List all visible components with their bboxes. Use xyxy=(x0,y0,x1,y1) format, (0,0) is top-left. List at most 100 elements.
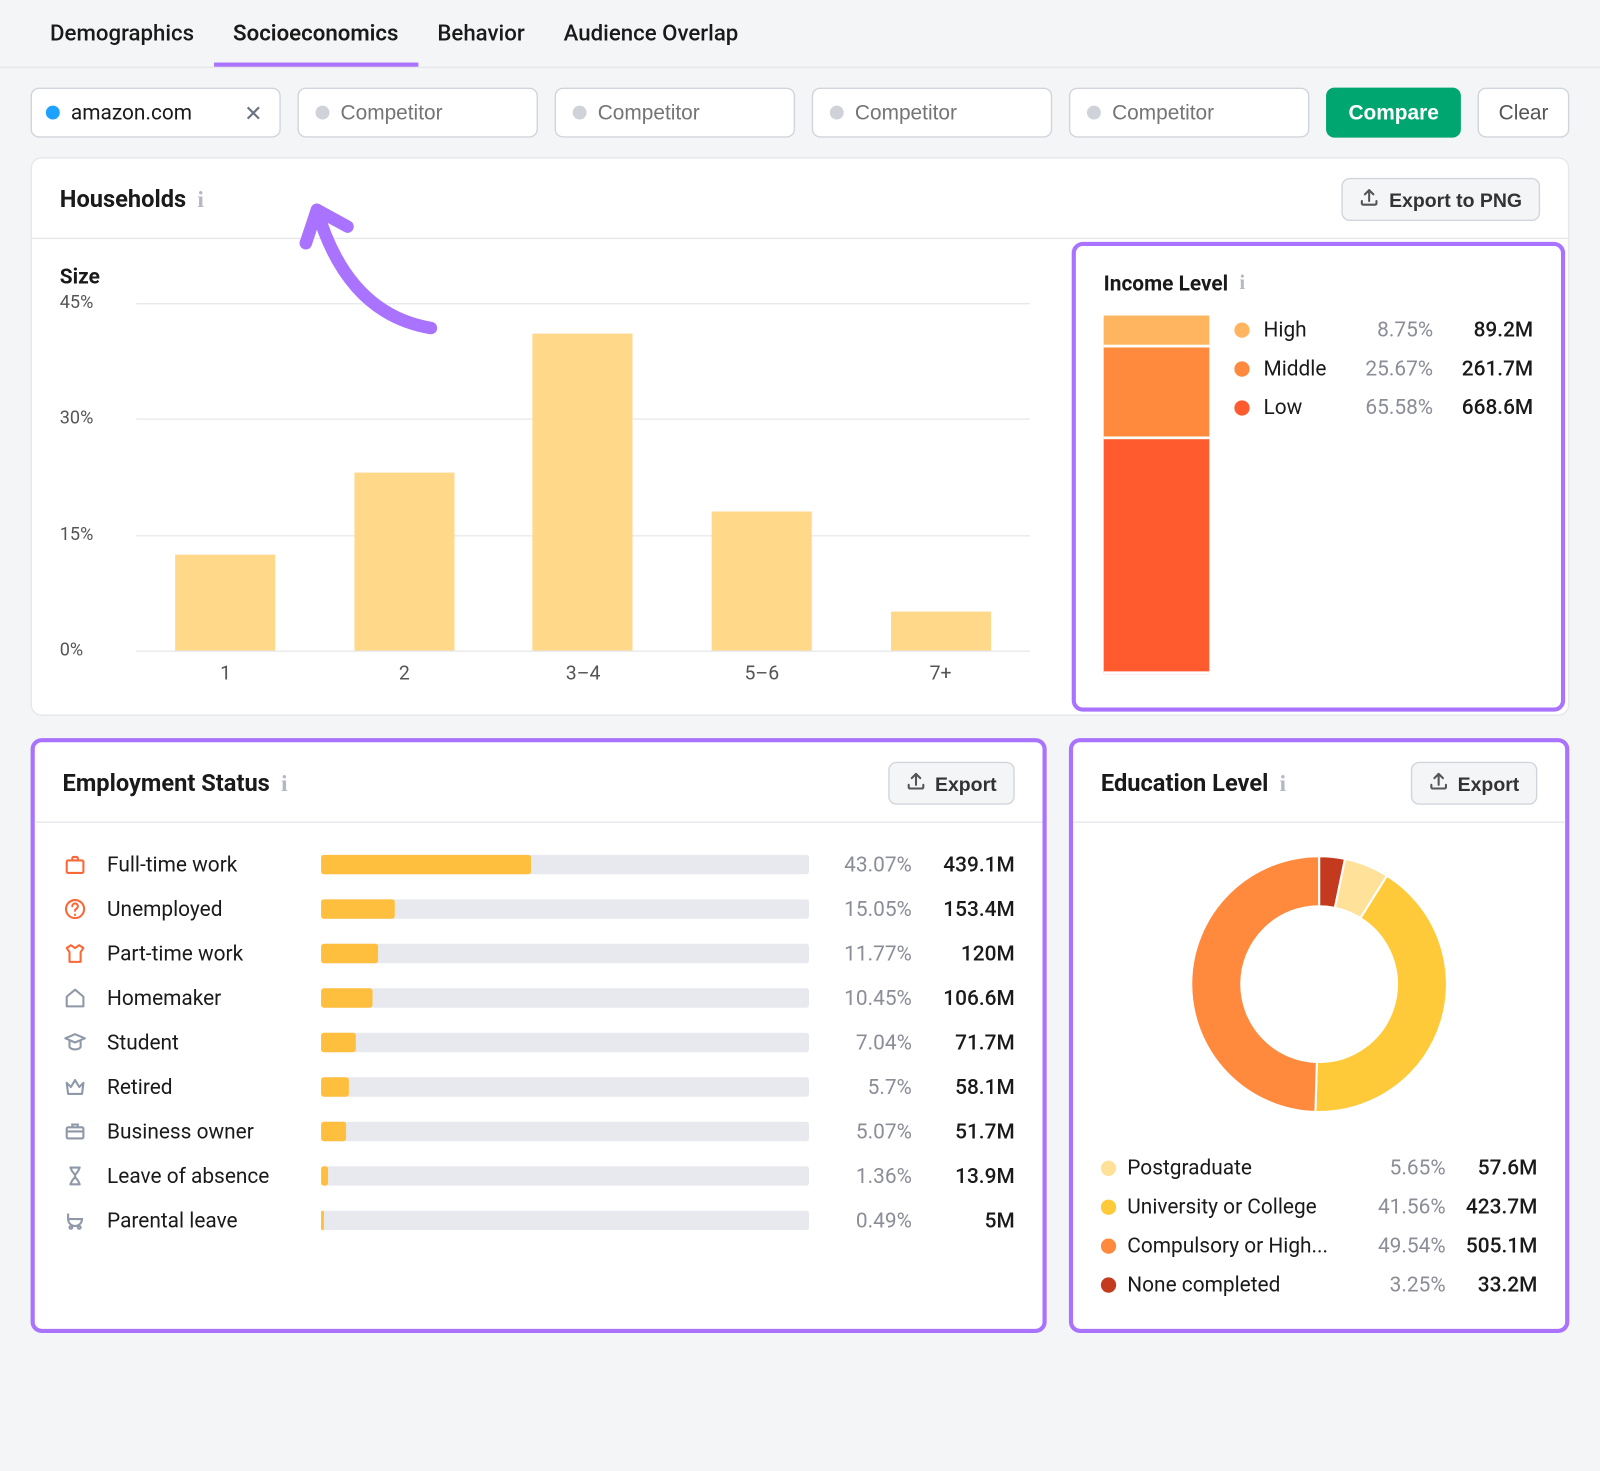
education-legend-row: University or College41.56%423.7M xyxy=(1101,1187,1537,1226)
employment-label: Business owner xyxy=(107,1119,302,1144)
employment-pct: 43.07% xyxy=(828,852,911,877)
x-tick-label: 7+ xyxy=(930,663,952,685)
tab-behavior[interactable]: Behavior xyxy=(418,0,544,67)
employment-bar xyxy=(321,1077,809,1096)
crown-icon xyxy=(63,1074,88,1099)
education-label: University or College xyxy=(1127,1194,1354,1219)
employment-abs: 120M xyxy=(931,941,1014,966)
education-legend: Postgraduate5.65%57.6M University or Coll… xyxy=(1101,1148,1537,1304)
employment-pct: 0.49% xyxy=(828,1208,911,1233)
education-label: Compulsory or High... xyxy=(1127,1233,1354,1258)
education-label: None completed xyxy=(1127,1272,1354,1297)
employment-row: Retired5.7%58.1M xyxy=(63,1065,1015,1109)
education-pct: 49.54% xyxy=(1365,1233,1446,1258)
employment-bar xyxy=(321,1033,809,1052)
employment-abs: 58.1M xyxy=(931,1074,1014,1099)
competitor-input-1[interactable] xyxy=(297,88,538,138)
income-segment xyxy=(1104,316,1210,347)
tabs-bar: Demographics Socioeconomics Behavior Aud… xyxy=(0,0,1600,68)
employment-pct: 11.77% xyxy=(828,941,911,966)
competitor-input-2[interactable] xyxy=(555,88,796,138)
export-label: Export xyxy=(935,772,997,794)
employment-title: Employment Status i xyxy=(63,769,288,797)
x-tick-label: 2 xyxy=(399,663,410,685)
export-button[interactable]: Export xyxy=(888,762,1015,805)
income-label: Middle xyxy=(1264,356,1334,381)
employment-pct: 15.05% xyxy=(828,897,911,922)
education-legend-row: None completed 3.25% 33.2M xyxy=(1101,1265,1537,1304)
employment-row: Homemaker10.45%106.6M xyxy=(63,976,1015,1020)
income-pct: 65.58% xyxy=(1347,395,1433,420)
education-body: Postgraduate5.65%57.6M University or Coll… xyxy=(1073,823,1565,1329)
employment-bar xyxy=(321,1122,809,1141)
export-png-button[interactable]: Export to PNG xyxy=(1342,178,1540,221)
education-abs: 33.2M xyxy=(1457,1272,1538,1297)
legend-dot-icon xyxy=(1101,1277,1116,1292)
size-subheader: Size xyxy=(60,264,1044,289)
education-pct: 41.56% xyxy=(1365,1194,1446,1219)
tab-demographics[interactable]: Demographics xyxy=(31,0,214,67)
info-icon[interactable]: i xyxy=(281,769,288,797)
education-panel: Education Level i Export Postgr xyxy=(1069,738,1569,1333)
income-legend: High8.75%89.2MMiddle25.67%261.7MLow65.58… xyxy=(1234,310,1533,427)
competitor-input-4[interactable] xyxy=(1069,88,1310,138)
competitor-field[interactable] xyxy=(341,101,520,125)
employment-pct: 5.7% xyxy=(828,1074,911,1099)
bar xyxy=(176,554,276,651)
education-label: Postgraduate xyxy=(1127,1155,1354,1180)
employment-label: Unemployed xyxy=(107,897,302,922)
households-title: Households i xyxy=(60,186,204,214)
dot-icon xyxy=(316,106,330,120)
employment-bar xyxy=(321,855,809,874)
close-icon[interactable]: ✕ xyxy=(241,99,265,125)
employment-row: Part-time work11.77%120M xyxy=(63,931,1015,975)
income-legend-row: Middle25.67%261.7M xyxy=(1234,349,1533,388)
employment-abs: 439.1M xyxy=(931,852,1014,877)
income-title-text: Income Level xyxy=(1104,271,1229,296)
x-tick-label: 1 xyxy=(220,663,231,685)
income-subheader: Income Level i xyxy=(1104,271,1534,296)
competitor-field[interactable] xyxy=(1112,101,1291,125)
grad-icon xyxy=(63,1030,88,1055)
tab-socioeconomics[interactable]: Socioeconomics xyxy=(214,0,418,67)
domain-text: amazon.com xyxy=(71,100,230,125)
employment-row: Unemployed15.05%153.4M xyxy=(63,887,1015,931)
education-abs: 57.6M xyxy=(1457,1155,1538,1180)
domain-chip[interactable]: amazon.com ✕ xyxy=(31,88,281,138)
donut-segment xyxy=(1191,856,1319,1112)
compare-button[interactable]: Compare xyxy=(1326,88,1461,138)
household-size-chart: Size 0%15%30%45%123–45–67+ xyxy=(32,239,1072,714)
employment-abs: 71.7M xyxy=(931,1030,1014,1055)
competitor-input-3[interactable] xyxy=(812,88,1053,138)
clear-button[interactable]: Clear xyxy=(1478,88,1570,138)
info-icon[interactable]: i xyxy=(1239,272,1245,296)
tab-audience-overlap[interactable]: Audience Overlap xyxy=(544,0,758,67)
education-legend-row: Postgraduate5.65%57.6M xyxy=(1101,1148,1537,1187)
employment-panel: Employment Status i Export Full-time wor… xyxy=(31,738,1047,1333)
employment-pct: 7.04% xyxy=(828,1030,911,1055)
house-icon xyxy=(63,986,88,1011)
bag-icon xyxy=(63,1119,88,1144)
stroller-icon xyxy=(63,1208,88,1233)
education-title: Education Level i xyxy=(1101,769,1286,797)
export-button[interactable]: Export xyxy=(1410,762,1537,805)
income-label: High xyxy=(1264,317,1334,342)
employment-label: Parental leave xyxy=(107,1208,302,1233)
legend-dot-icon xyxy=(1234,322,1249,337)
competitor-field[interactable] xyxy=(855,101,1034,125)
info-icon[interactable]: i xyxy=(1280,769,1287,797)
briefcase-icon xyxy=(63,852,88,877)
income-abs: 668.6M xyxy=(1447,395,1533,420)
income-pct: 25.67% xyxy=(1347,356,1433,381)
y-tick-label: 0% xyxy=(60,640,83,661)
dot-icon xyxy=(573,106,587,120)
competitor-field[interactable] xyxy=(598,101,777,125)
legend-dot-icon xyxy=(1101,1160,1116,1175)
bar xyxy=(533,334,633,651)
bar xyxy=(712,512,812,651)
employment-bar xyxy=(321,1166,809,1185)
info-icon[interactable]: i xyxy=(197,186,204,214)
income-abs: 89.2M xyxy=(1447,317,1533,342)
export-icon xyxy=(906,771,925,795)
education-pct: 3.25% xyxy=(1365,1272,1446,1297)
